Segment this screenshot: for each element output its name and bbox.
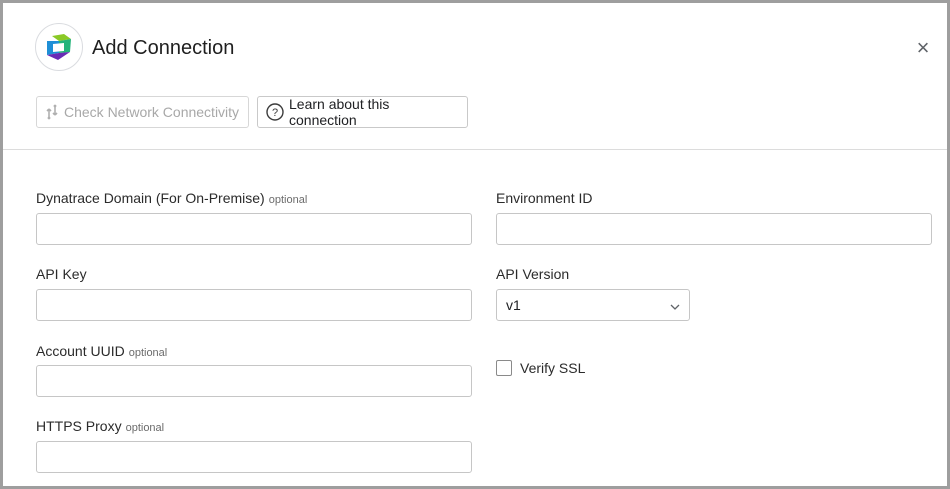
- account-uuid-label-text: Account UUID: [36, 343, 125, 359]
- https-proxy-label-text: HTTPS Proxy: [36, 418, 122, 434]
- add-connection-dialog: Add Connection × Check Network Connectiv…: [3, 3, 947, 486]
- verify-ssl-checkbox[interactable]: [496, 360, 512, 376]
- api-version-value: v1: [506, 297, 521, 313]
- domain-optional-tag: optional: [268, 194, 308, 206]
- https-proxy-optional-tag: optional: [125, 422, 165, 434]
- domain-label-text: Dynatrace Domain (For On-Premise): [36, 190, 265, 206]
- check-network-connectivity-label: Check Network Connectivity: [64, 104, 240, 120]
- account-uuid-optional-tag: optional: [128, 347, 168, 359]
- account-uuid-input[interactable]: [36, 365, 472, 397]
- dialog-title: Add Connection: [92, 37, 235, 59]
- help-circle-icon: ?: [266, 103, 284, 121]
- learn-about-connection-button[interactable]: ? Learn about this connection: [257, 96, 468, 128]
- domain-field-label: Dynatrace Domain (For On-Premise) optiona…: [36, 190, 307, 206]
- api-key-input[interactable]: [36, 289, 472, 321]
- svg-text:?: ?: [272, 107, 278, 119]
- environment-id-input[interactable]: [496, 213, 932, 245]
- api-key-label: API Key: [36, 266, 87, 282]
- check-network-connectivity-button[interactable]: Check Network Connectivity: [36, 96, 249, 128]
- network-icon: [45, 104, 59, 120]
- environment-id-label: Environment ID: [496, 190, 593, 206]
- domain-input[interactable]: [36, 213, 472, 245]
- dynatrace-logo-icon: [47, 34, 71, 60]
- https-proxy-field-label: HTTPS Proxy optional: [36, 418, 164, 434]
- https-proxy-input[interactable]: [36, 441, 472, 473]
- verify-ssl-label: Verify SSL: [520, 360, 586, 376]
- chevron-down-icon: [670, 297, 680, 313]
- api-version-select[interactable]: v1: [496, 289, 690, 321]
- dialog-header: Add Connection × Check Network Connectiv…: [3, 3, 947, 150]
- api-version-label: API Version: [496, 266, 570, 282]
- dynatrace-logo: [35, 23, 83, 71]
- close-icon[interactable]: ×: [913, 37, 933, 59]
- learn-about-connection-label: Learn about this connection: [289, 96, 390, 128]
- account-uuid-field-label: Account UUID optional: [36, 343, 167, 359]
